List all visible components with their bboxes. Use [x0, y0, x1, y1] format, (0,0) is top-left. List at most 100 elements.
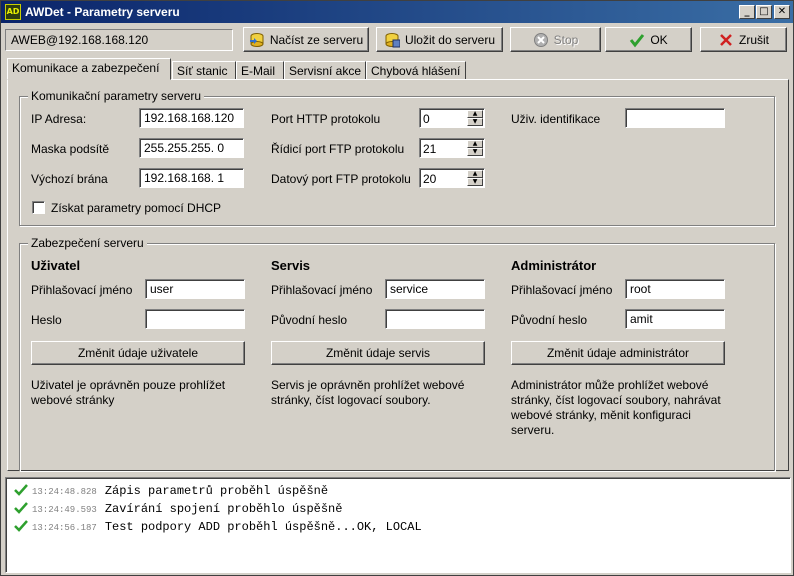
- checkmark-icon: [629, 32, 645, 48]
- success-check-icon: [14, 520, 28, 532]
- user-login-field[interactable]: user: [145, 279, 245, 299]
- database-save-icon: [384, 32, 401, 48]
- user-id-field[interactable]: [625, 108, 725, 128]
- user-desc-line: Uživatel je oprávněn pouze prohlížet: [31, 378, 226, 392]
- subnet-mask-field[interactable]: 255.255.255. 0: [139, 138, 244, 158]
- ftp-control-port-label: Řídicí port FTP protokolu: [271, 142, 405, 156]
- log-row: 13:24:48.828 Zápis parametrů proběhl úspě…: [14, 482, 328, 498]
- cancel-label: Zrušit: [739, 32, 769, 47]
- change-admin-label: Změnit údaje administrátor: [546, 346, 690, 360]
- service-desc-line: Servis je oprávněn prohlížet webové: [271, 378, 465, 392]
- spin-up-icon[interactable]: ▲: [467, 110, 483, 118]
- gateway-field[interactable]: 192.168.168. 1: [139, 168, 244, 188]
- cross-icon: [718, 32, 734, 48]
- stop-button[interactable]: Stop: [510, 27, 601, 52]
- load-from-server-button[interactable]: Načíst ze serveru: [243, 27, 369, 52]
- communication-legend: Komunikační parametry serveru: [28, 89, 205, 103]
- log-timestamp: 13:24:49.593: [32, 505, 97, 515]
- app-logo-icon: AD: [5, 4, 21, 20]
- service-login-field[interactable]: service: [385, 279, 485, 299]
- load-label: Načíst ze serveru: [269, 32, 364, 47]
- success-check-icon: [14, 484, 28, 496]
- ok-label: OK: [650, 32, 668, 47]
- log-panel[interactable]: 13:24:48.828 Zápis parametrů proběhl úspě…: [5, 477, 791, 573]
- save-to-server-button[interactable]: Uložit do serveru: [376, 27, 503, 52]
- window-title: AWDet - Parametry serveru: [25, 5, 180, 19]
- minimize-button[interactable]: _: [739, 5, 755, 19]
- admin-heading: Administrátor: [511, 258, 597, 273]
- change-user-button[interactable]: Změnit údaje uživatele: [31, 341, 245, 365]
- dhcp-checkbox[interactable]: [32, 201, 45, 214]
- save-label: Uložit do serveru: [404, 32, 496, 47]
- mask-label: Maska podsítě: [31, 142, 110, 156]
- ftp-data-port-label: Datový port FTP protokolu: [271, 172, 411, 186]
- user-password-label: Heslo: [31, 313, 62, 327]
- admin-password-label: Původní heslo: [511, 313, 588, 327]
- admin-desc-line: webové stránky, měnit konfiguraci: [511, 408, 691, 422]
- app-icon-text: AD: [6, 7, 20, 16]
- database-load-icon: [249, 32, 265, 48]
- ftp-control-port-spinner[interactable]: 21 ▲ ▼: [419, 138, 485, 158]
- spin-down-icon[interactable]: ▼: [467, 178, 483, 186]
- http-port-value: 0: [423, 112, 430, 126]
- cancel-button[interactable]: Zrušit: [700, 27, 787, 52]
- tab-station-network[interactable]: Síť stanic: [172, 61, 236, 80]
- log-row: 13:24:49.593 Zavírání spojení proběhlo ús…: [14, 500, 342, 516]
- user-desc-line: webové stránky: [31, 393, 115, 407]
- service-description: Servis je oprávněn prohlížet webové strá…: [271, 378, 464, 408]
- log-message: Zápis parametrů proběhl úspěšně: [104, 484, 329, 498]
- http-port-spinner[interactable]: 0 ▲ ▼: [419, 108, 485, 128]
- maximize-button[interactable]: □: [756, 5, 772, 19]
- ip-address-field[interactable]: 192.168.168.120: [139, 108, 244, 128]
- security-legend: Zabezpečení serveru: [28, 236, 147, 250]
- gateway-label: Výchozí brána: [31, 172, 108, 186]
- success-check-icon: [14, 502, 28, 514]
- log-row: 13:24:56.187 Test podpory ADD proběhl úsp…: [14, 518, 422, 534]
- tab-communication-security[interactable]: Komunikace a zabezpečení: [7, 58, 171, 80]
- change-user-label: Změnit údaje uživatele: [77, 346, 199, 360]
- user-heading: Uživatel: [31, 258, 81, 273]
- tab-error-messages[interactable]: Chybová hlášení: [366, 61, 466, 80]
- admin-desc-line: Administrátor může prohlížet webové: [511, 378, 709, 392]
- stop-label: Stop: [553, 32, 579, 47]
- ok-button[interactable]: OK: [605, 27, 692, 52]
- ip-label: IP Adresa:: [31, 112, 87, 126]
- admin-desc-line: serveru.: [511, 423, 555, 437]
- change-service-button[interactable]: Změnit údaje servis: [271, 341, 485, 365]
- log-timestamp: 13:24:48.828: [32, 487, 97, 497]
- service-login-label: Přihlašovací jméno: [271, 283, 373, 297]
- connection-field: AWEB@192.168.168.120: [5, 29, 233, 51]
- service-password-field[interactable]: [385, 309, 485, 329]
- spin-up-icon[interactable]: ▲: [467, 140, 483, 148]
- user-login-label: Přihlašovací jméno: [31, 283, 133, 297]
- admin-login-label: Přihlašovací jméno: [511, 283, 613, 297]
- admin-desc-line: stránky, číst logovací soubory, nahrávat: [511, 393, 721, 407]
- log-message: Zavírání spojení proběhlo úspěšně: [104, 502, 343, 516]
- http-port-label: Port HTTP protokolu: [271, 112, 381, 126]
- change-admin-button[interactable]: Změnit údaje administrátor: [511, 341, 725, 365]
- tab-service-actions[interactable]: Servisní akce: [284, 61, 366, 80]
- ftp-control-port-value: 21: [423, 142, 437, 156]
- ftp-data-port-spinner[interactable]: 20 ▲ ▼: [419, 168, 485, 188]
- dhcp-label: Získat parametry pomocí DHCP: [51, 201, 222, 215]
- admin-description: Administrátor může prohlížet webové strá…: [511, 378, 721, 438]
- change-service-label: Změnit údaje servis: [325, 346, 431, 360]
- ftp-data-port-value: 20: [423, 172, 437, 186]
- log-message: Test podpory ADD proběhl úspěšně...OK, L…: [104, 520, 422, 534]
- spin-down-icon[interactable]: ▼: [467, 148, 483, 156]
- user-id-label: Uživ. identifikace: [511, 112, 601, 126]
- spin-up-icon[interactable]: ▲: [467, 170, 483, 178]
- spin-down-icon[interactable]: ▼: [467, 118, 483, 126]
- service-heading: Servis: [271, 258, 311, 273]
- stop-icon: [533, 32, 549, 48]
- close-window-button[interactable]: ✕: [774, 5, 790, 19]
- service-desc-line: stránky, číst logovací soubory.: [271, 393, 431, 407]
- admin-password-field[interactable]: amit: [625, 309, 725, 329]
- tab-email[interactable]: E-Mail: [236, 61, 284, 80]
- main-window: AD AWDet - Parametry serveru _ □ ✕ AWEB@…: [0, 0, 794, 576]
- user-password-field[interactable]: [145, 309, 245, 329]
- user-description: Uživatel je oprávněn pouze prohlížet web…: [31, 378, 225, 408]
- admin-login-field[interactable]: root: [625, 279, 725, 299]
- service-password-label: Původní heslo: [271, 313, 348, 327]
- title-bar[interactable]: AD AWDet - Parametry serveru _ □ ✕: [1, 1, 793, 23]
